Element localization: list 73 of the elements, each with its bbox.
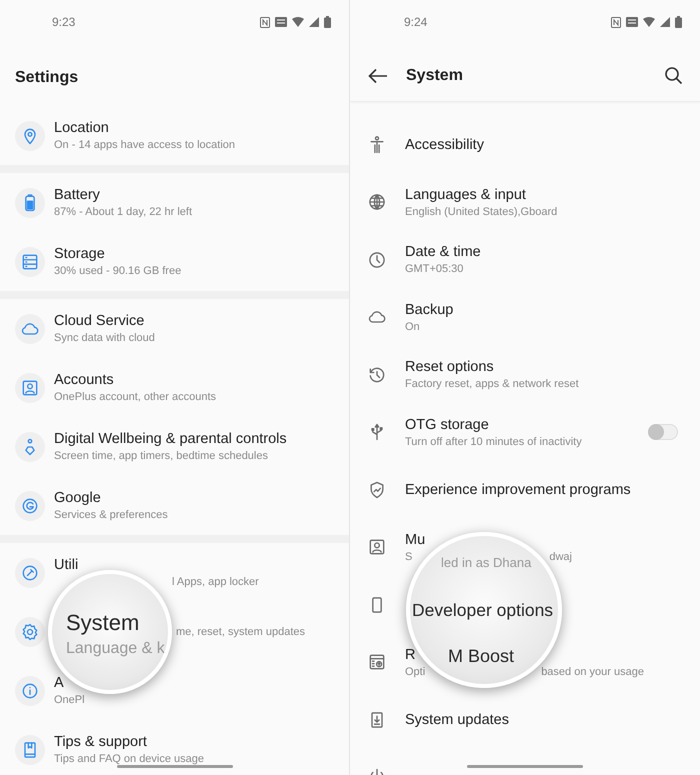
battery-icon — [324, 16, 331, 28]
setting-summary: Opti — [405, 666, 426, 678]
setting-summary: GMT+05:30 — [405, 263, 464, 276]
magnified-text: System — [66, 610, 140, 636]
setting-title[interactable]: Experience improvement programs — [405, 482, 631, 498]
home-indicator[interactable] — [467, 765, 583, 768]
setting-summary: l Apps, app locker — [172, 576, 259, 588]
setting-title[interactable]: Google — [54, 490, 101, 506]
nfc-icon — [611, 16, 621, 28]
wifi-icon — [643, 17, 655, 27]
setting-summary: Sync data with cloud — [54, 332, 155, 344]
magnified-text: M Boost — [448, 646, 514, 667]
setting-summary: Factory reset, apps & network reset — [405, 378, 579, 390]
setting-title[interactable]: Languages & input — [405, 186, 526, 203]
battery-icon — [675, 16, 682, 28]
setting-summary: 87% - About 1 day, 22 hr left — [54, 206, 192, 218]
setting-title[interactable]: OTG storage — [405, 416, 489, 433]
wifi-calling-icon — [626, 17, 638, 27]
magnified-text: led in as Dhana — [441, 555, 532, 570]
setting-summary: OnePl — [54, 694, 85, 706]
setting-title[interactable]: Utili — [54, 557, 78, 573]
history-icon — [367, 364, 387, 385]
nfc-icon — [260, 16, 270, 28]
clock-icon — [367, 250, 387, 270]
wifi-calling-icon — [275, 17, 287, 27]
setting-summary: Turn off after 10 minutes of inactivity — [405, 436, 582, 448]
setting-title[interactable]: Digital Wellbeing & parental controls — [54, 431, 287, 447]
settings-icon — [20, 622, 40, 642]
storage-icon — [20, 252, 40, 272]
setting-summary: English (United States),Gboard — [405, 206, 558, 218]
tools-icon — [20, 562, 40, 582]
setting-title[interactable]: Accessibility — [405, 136, 484, 153]
setting-summary: Services & preferences — [54, 509, 168, 521]
setting-title[interactable]: Tips & support — [54, 734, 147, 750]
setting-summary: Tips and FAQ on device usage — [54, 753, 204, 765]
setting-title[interactable]: Mu — [405, 532, 426, 548]
info-icon — [20, 680, 40, 700]
setting-title[interactable]: Backup — [405, 302, 454, 318]
toggle-switch[interactable] — [648, 424, 678, 440]
setting-summary: 30% used - 90.16 GB free — [54, 265, 182, 277]
setting-summary: S — [405, 550, 412, 563]
screen-title: System — [406, 66, 464, 84]
setting-title[interactable]: Battery — [54, 187, 100, 203]
setting-title[interactable]: Storage — [54, 246, 105, 262]
setting-title[interactable]: Location — [54, 120, 109, 136]
magnified-text: Language & k — [66, 640, 165, 658]
status-time: 9:24 — [404, 15, 428, 29]
setting-summary: On — [405, 320, 420, 333]
setting-summary: me, reset, system updates — [176, 626, 305, 638]
setting-title[interactable]: Cloud Service — [54, 313, 144, 329]
globe-icon — [367, 192, 387, 212]
signal-icon — [309, 17, 319, 27]
setting-title[interactable]: A — [54, 675, 64, 691]
status-time: 9:23 — [52, 15, 76, 29]
memory-icon — [367, 652, 387, 672]
setting-summary: based on your usage — [541, 666, 644, 678]
setting-summary: OnePlus account, other accounts — [54, 391, 216, 403]
setting-title[interactable]: R — [405, 646, 416, 663]
screen-title: Settings — [15, 69, 78, 87]
wifi-icon — [292, 17, 304, 27]
setting-summary: dwaj — [549, 550, 572, 563]
setting-title[interactable]: Date & time — [405, 244, 481, 260]
magnified-text: Developer options — [412, 600, 554, 621]
signal-icon — [660, 17, 670, 27]
setting-summary: On - 14 apps have access to location — [54, 139, 235, 151]
setting-title[interactable]: Accounts — [54, 372, 114, 388]
g-letter-icon — [20, 496, 40, 516]
setting-title[interactable]: System updates — [405, 712, 509, 728]
person-icon — [367, 537, 387, 558]
person-icon — [20, 378, 40, 398]
home-indicator[interactable] — [117, 765, 233, 768]
setting-title[interactable]: Reset options — [405, 359, 494, 376]
setting-summary: Screen time, app timers, bedtime schedules — [54, 450, 268, 462]
